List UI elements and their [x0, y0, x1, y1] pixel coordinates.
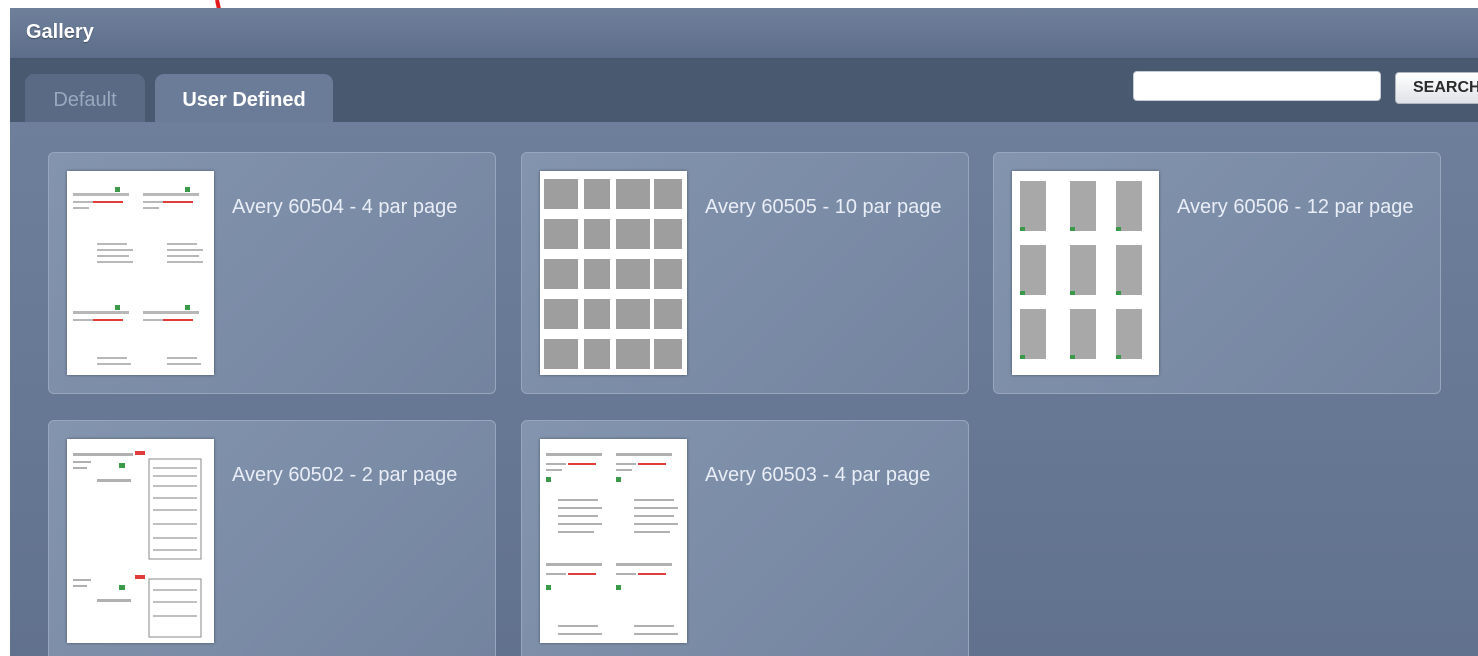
template-card-avery-60505[interactable]: Avery 60505 - 10 par page: [521, 152, 969, 394]
template-card-avery-60504[interactable]: Avery 60504 - 4 par page: [48, 152, 496, 394]
template-card-avery-60502[interactable]: Avery 60502 - 2 par page: [48, 420, 496, 656]
window-title: Gallery: [26, 21, 94, 43]
gallery-content: Avery 60504 - 4 par page Avery 60505 - 1…: [10, 122, 1478, 656]
template-thumbnail: [1012, 171, 1159, 375]
template-thumbnail: [540, 439, 687, 643]
template-label: Avery 60502 - 2 par page: [232, 464, 458, 486]
template-card-avery-60506[interactable]: Avery 60506 - 12 par page: [993, 152, 1441, 394]
title-bar: Gallery: [10, 8, 1478, 59]
tab-bar: Default User Defined SEARCH: [10, 59, 1478, 124]
template-label: Avery 60503 - 4 par page: [705, 464, 931, 486]
search-input[interactable]: [1133, 71, 1381, 101]
tab-default-label: Default: [53, 89, 117, 111]
template-label: Avery 60504 - 4 par page: [232, 196, 458, 218]
template-thumbnail: [540, 171, 687, 375]
template-card-avery-60503[interactable]: Avery 60503 - 4 par page: [521, 420, 969, 656]
template-thumbnail: [67, 171, 214, 375]
tab-user-defined[interactable]: User Defined: [155, 74, 333, 124]
template-label: Avery 60506 - 12 par page: [1177, 196, 1414, 218]
template-label: Avery 60505 - 10 par page: [705, 196, 942, 218]
tab-user-defined-label: User Defined: [182, 89, 306, 111]
search-button[interactable]: SEARCH: [1395, 72, 1478, 104]
tab-default[interactable]: Default: [25, 74, 145, 124]
gallery-window: Gallery Default User Defined SEARCH Aver…: [10, 8, 1478, 656]
template-thumbnail: [67, 439, 214, 643]
